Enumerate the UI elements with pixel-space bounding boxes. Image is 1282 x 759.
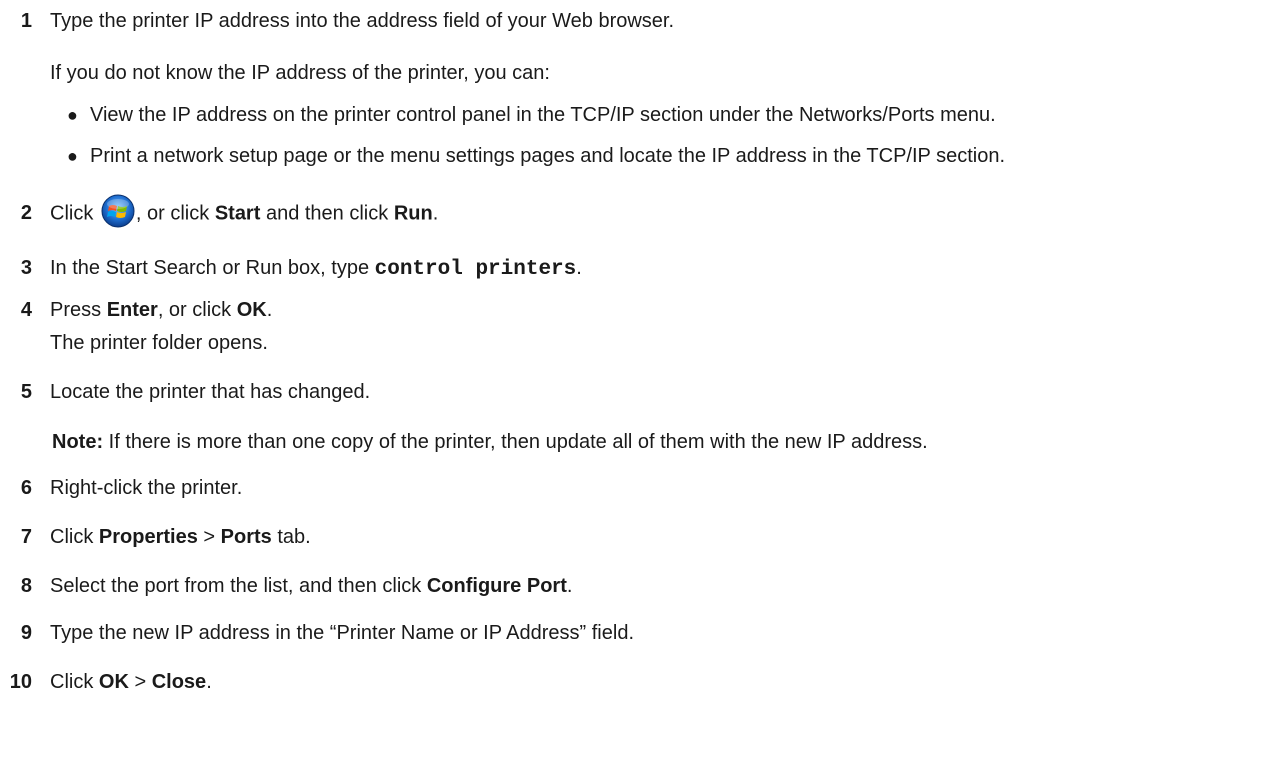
step-number: 7 [20, 526, 32, 548]
note-label: Note: [52, 431, 104, 453]
step-number: 6 [20, 477, 32, 499]
step-text: Locate the printer that has changed. [50, 381, 371, 403]
step-number: 5 [20, 381, 32, 403]
windows-start-orb-icon [101, 194, 135, 228]
step-number: 10 [9, 671, 32, 693]
step-text: In the Start Search or Run box, type con… [50, 257, 582, 281]
note-text: If there is more than one copy of the pr… [108, 431, 928, 453]
bullet-icon: ● [67, 105, 78, 125]
step-number: 9 [20, 622, 32, 644]
step-number: 4 [20, 299, 32, 321]
step-text: Press Enter, or click OK. [50, 299, 273, 321]
command-text: control printers [374, 258, 577, 281]
bullet-icon: ● [67, 146, 78, 166]
step-text: Select the port from the list, and then … [50, 575, 573, 597]
step-text: Type the printer IP address into the add… [50, 10, 675, 32]
step-number: 1 [20, 10, 32, 32]
step-text: Click OK > Close. [50, 671, 212, 693]
step-number: 8 [20, 575, 32, 597]
step-text: Type the new IP address in the “Printer … [50, 622, 634, 644]
step-text: Right-click the printer. [50, 477, 243, 499]
step-number: 3 [20, 257, 32, 279]
step-text: Click Properties > Ports tab. [50, 526, 311, 548]
step-text: Click , or click Start and then click Ru… [50, 194, 438, 228]
step-number: 2 [20, 202, 32, 224]
